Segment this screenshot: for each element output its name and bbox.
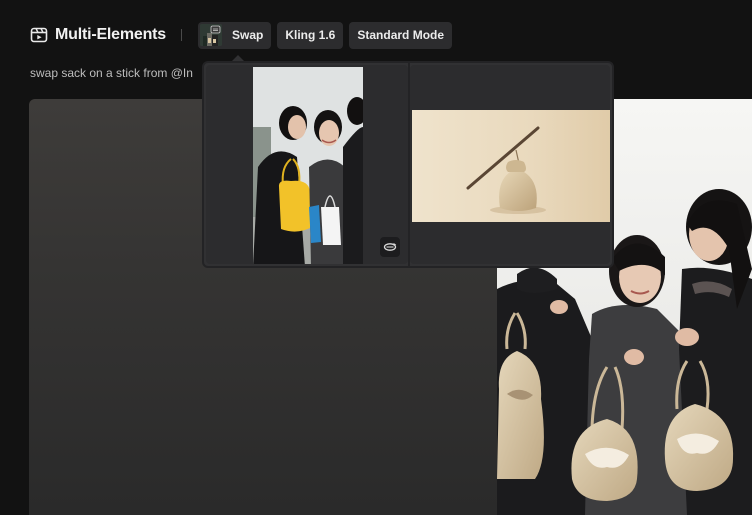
- page-title: Multi-Elements: [55, 26, 166, 43]
- source-video-art: [253, 67, 363, 264]
- sack-on-stick-art: [466, 126, 546, 214]
- swap-chip[interactable]: Swap: [198, 21, 272, 49]
- swap-chip-label: Swap: [232, 28, 264, 42]
- reference-image-thumbnail: [412, 110, 610, 222]
- app-page: Multi-Elements Swap Kling 1.6 Standard M…: [0, 0, 752, 515]
- mode-chip[interactable]: Standard Mode: [349, 21, 453, 49]
- source-video-thumbnail: [253, 67, 363, 264]
- model-chip[interactable]: Kling 1.6: [277, 21, 344, 49]
- title-divider: [181, 29, 182, 41]
- clapper-icon: [30, 26, 48, 44]
- reference-image-panel[interactable]: [410, 65, 610, 264]
- prompt-text: swap sack on a stick from @In: [30, 66, 193, 80]
- header-bar: Multi-Elements Swap Kling 1.6 Standard M…: [30, 21, 458, 49]
- source-video-panel[interactable]: [206, 65, 408, 264]
- swap-thumbnail: [200, 24, 222, 46]
- model-chip-label: Kling 1.6: [285, 28, 336, 42]
- mode-chip-label: Standard Mode: [357, 28, 445, 42]
- swap-preview-popover: [202, 61, 614, 268]
- swap-icon[interactable]: [380, 237, 400, 257]
